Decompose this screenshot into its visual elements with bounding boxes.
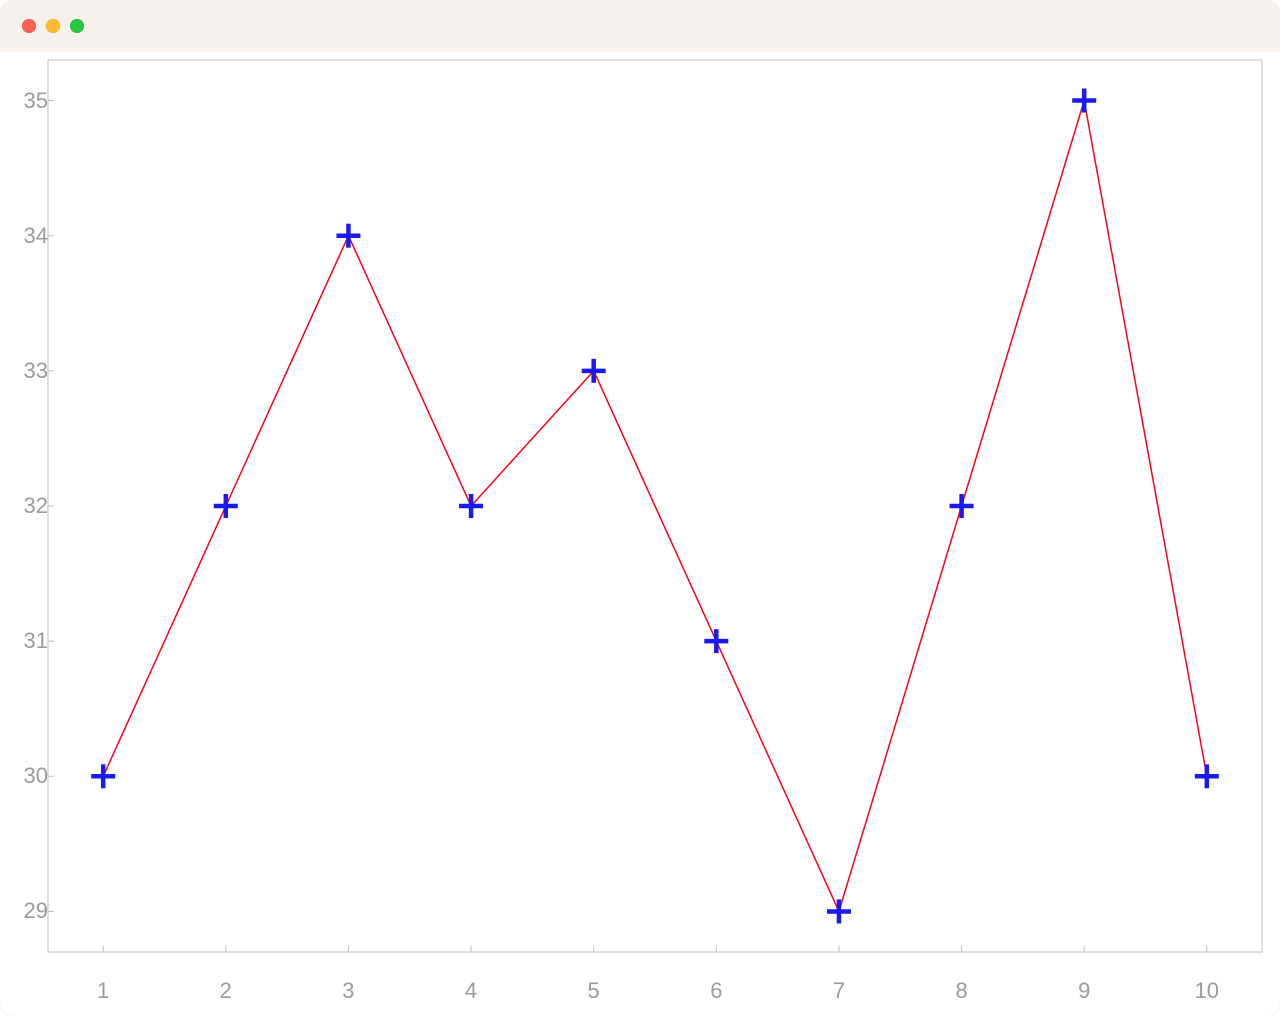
y-tick-label: 31 [24,630,48,652]
data-marker [91,764,115,788]
x-tick-label: 4 [465,980,477,1002]
x-tick-label: 5 [588,980,600,1002]
y-tick-label: 29 [24,900,48,922]
chart-area: 2930313233343512345678910 [0,52,1280,1016]
close-icon[interactable] [22,19,36,33]
x-tick-label: 9 [1078,980,1090,1002]
x-tick-label: 6 [710,980,722,1002]
data-marker [704,629,728,653]
data-marker [950,494,974,518]
app-window: 2930313233343512345678910 [0,0,1280,1016]
line-chart [0,52,1280,1016]
x-tick-label: 8 [955,980,967,1002]
data-marker [214,494,238,518]
x-tick-label: 1 [97,980,109,1002]
y-tick-label: 35 [24,90,48,112]
data-marker [827,899,851,923]
y-tick-label: 33 [24,360,48,382]
x-tick-label: 3 [342,980,354,1002]
x-tick-label: 7 [833,980,845,1002]
y-tick-label: 32 [24,495,48,517]
y-tick-label: 34 [24,225,48,247]
data-line [103,101,1207,912]
y-tick-label: 30 [24,765,48,787]
data-marker [1072,89,1096,113]
minimize-icon[interactable] [46,19,60,33]
data-marker [1195,764,1219,788]
zoom-icon[interactable] [70,19,84,33]
x-tick-label: 10 [1195,980,1219,1002]
data-marker [336,224,360,248]
x-tick-label: 2 [220,980,232,1002]
titlebar [0,0,1280,52]
